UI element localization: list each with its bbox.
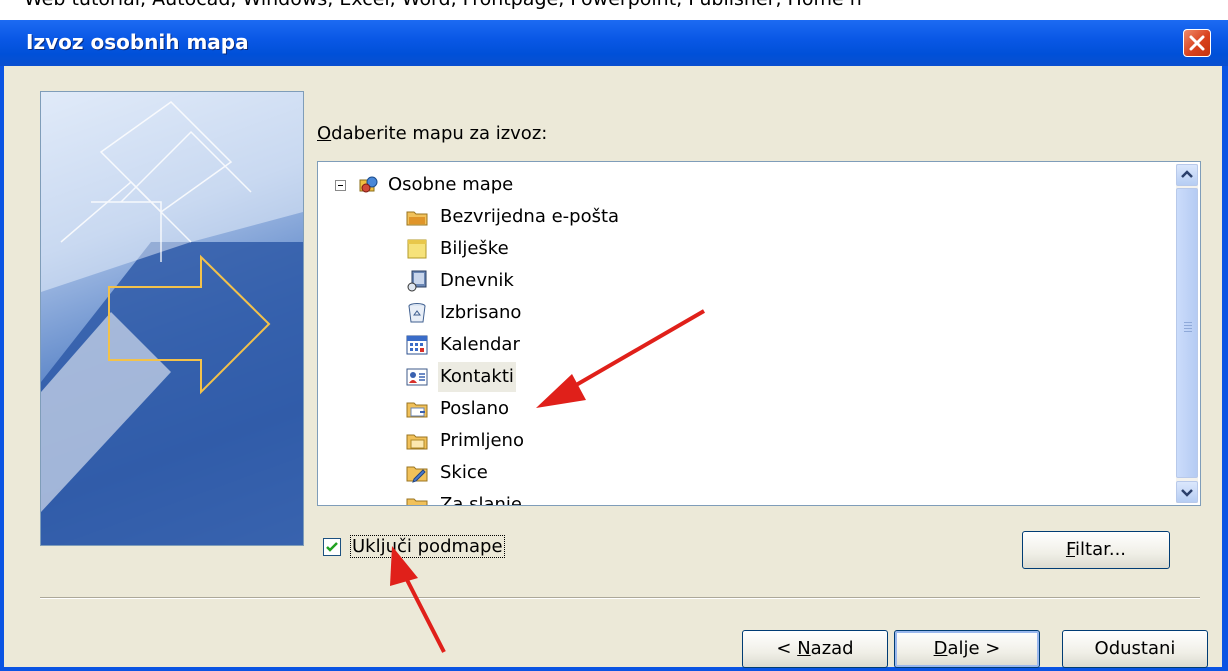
chevron-down-icon	[1181, 489, 1193, 497]
scroll-thumb[interactable]	[1176, 188, 1198, 478]
deleted-items-icon	[408, 303, 426, 323]
tree-root-label: Osobne mape	[388, 174, 514, 195]
checkmark-icon	[326, 542, 338, 552]
dialog-window: Izvoz osobnih mapa Odaberite mapu za izv…	[0, 20, 1228, 671]
title-bar: Izvoz osobnih mapa	[0, 20, 1228, 66]
outbox-folder-icon	[406, 498, 428, 505]
dialog-body: Odaberite mapu za izvoz: Osobne mape Bez…	[4, 66, 1222, 668]
inbox-folder-icon	[406, 434, 428, 450]
junk-folder-icon	[406, 211, 428, 226]
footer-separator	[40, 597, 1200, 599]
close-icon	[1189, 35, 1205, 51]
collapse-toggle-icon[interactable]	[335, 180, 346, 191]
calendar-folder-icon	[406, 335, 428, 355]
next-button[interactable]: Dalje >	[894, 630, 1040, 668]
annotation-arrow-icon	[536, 309, 706, 408]
dialog-title: Izvoz osobnih mapa	[26, 30, 249, 54]
include-subfolders-checkbox[interactable]	[323, 538, 341, 556]
close-button[interactable]	[1183, 29, 1211, 57]
journal-folder-icon	[407, 270, 427, 292]
folder-tree[interactable]: Osobne mape Bezvrijedna e-pošta Bilješke	[317, 161, 1201, 506]
cancel-button[interactable]: Odustani	[1062, 630, 1208, 668]
notes-folder-icon	[407, 239, 427, 259]
tree-root-item[interactable]: Osobne mape	[318, 170, 918, 200]
contacts-folder-icon	[406, 368, 428, 386]
page-caption: Web tutorial, Autocad, Windows, Excel, W…	[24, 0, 862, 10]
back-button[interactable]: < Nazad	[742, 630, 888, 668]
tree-scrollbar[interactable]	[1176, 164, 1198, 503]
sent-folder-icon	[406, 402, 428, 418]
folder-select-label: Odaberite mapu za izvoz:	[317, 123, 548, 144]
page-caption-strip: Web tutorial, Autocad, Windows, Excel, W…	[0, 0, 1228, 20]
wizard-banner-image	[40, 91, 304, 546]
scroll-up-button[interactable]	[1176, 164, 1198, 186]
drafts-folder-icon	[406, 466, 428, 483]
annotation-arrow-icon	[390, 546, 446, 653]
filter-button[interactable]: Filtar...	[1022, 531, 1170, 569]
personal-folders-icon	[359, 176, 378, 193]
chevron-up-icon	[1181, 170, 1193, 178]
scroll-down-button[interactable]	[1176, 481, 1198, 503]
